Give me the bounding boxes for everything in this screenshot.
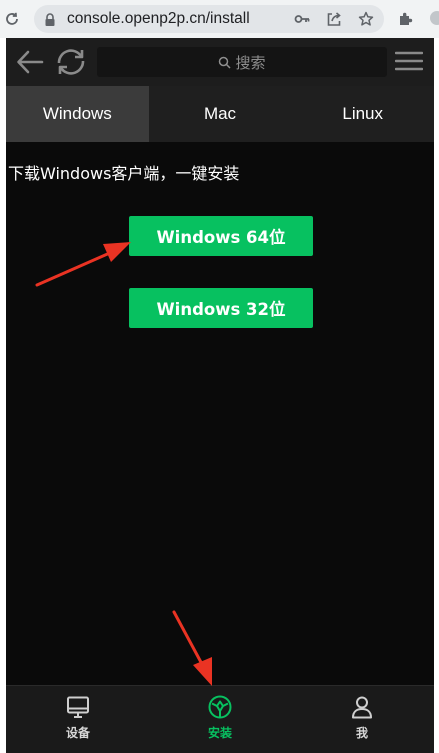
star-icon[interactable] [358, 11, 374, 27]
url-text[interactable]: console.openp2p.cn/install [67, 10, 250, 28]
bottom-nav: 设备 安装 我 [6, 685, 434, 753]
browser-toolbar: console.openp2p.cn/install [0, 0, 439, 38]
extensions-icon[interactable] [398, 11, 414, 31]
back-arrow-icon[interactable] [16, 49, 44, 79]
app-header: 搜索 [6, 38, 434, 86]
reload-icon[interactable] [2, 8, 22, 30]
nav-item-devices[interactable]: 设备 [28, 686, 128, 753]
app-container: 搜索 Windows Mac Linux 下载Windows客户端，一键安装 W… [6, 38, 434, 753]
nav-item-install[interactable]: 安装 [170, 686, 270, 753]
address-bar[interactable]: console.openp2p.cn/install [34, 5, 384, 33]
refresh-icon[interactable] [54, 47, 88, 81]
download-windows-32-button[interactable]: Windows 32位 [129, 288, 313, 328]
share-icon[interactable] [326, 11, 342, 27]
user-icon [350, 695, 374, 719]
monitor-icon [66, 695, 90, 719]
os-tabs: Windows Mac Linux [6, 86, 434, 142]
page: console.openp2p.cn/install 搜索 Windows Ma… [0, 0, 439, 753]
profile-avatar[interactable] [430, 11, 439, 25]
tab-linux[interactable]: Linux [291, 86, 434, 142]
search-icon [219, 56, 232, 69]
search-placeholder-text: 搜索 [235, 53, 266, 72]
install-icon [208, 695, 232, 719]
nav-label-devices: 设备 [65, 726, 90, 740]
tab-windows[interactable]: Windows [6, 86, 149, 142]
nav-label-me: 我 [355, 726, 368, 740]
tab-mac[interactable]: Mac [149, 86, 292, 142]
nav-item-me[interactable]: 我 [312, 686, 412, 753]
menu-icon[interactable] [394, 50, 424, 76]
install-intro-text: 下载Windows客户端，一键安装 [8, 164, 240, 183]
key-icon[interactable] [294, 11, 310, 27]
nav-label-install: 安装 [207, 726, 232, 740]
lock-icon[interactable] [44, 12, 56, 31]
download-windows-64-button[interactable]: Windows 64位 [129, 216, 313, 256]
search-placeholder[interactable]: 搜索 [97, 47, 387, 77]
search-bar[interactable]: 搜索 [97, 47, 387, 77]
